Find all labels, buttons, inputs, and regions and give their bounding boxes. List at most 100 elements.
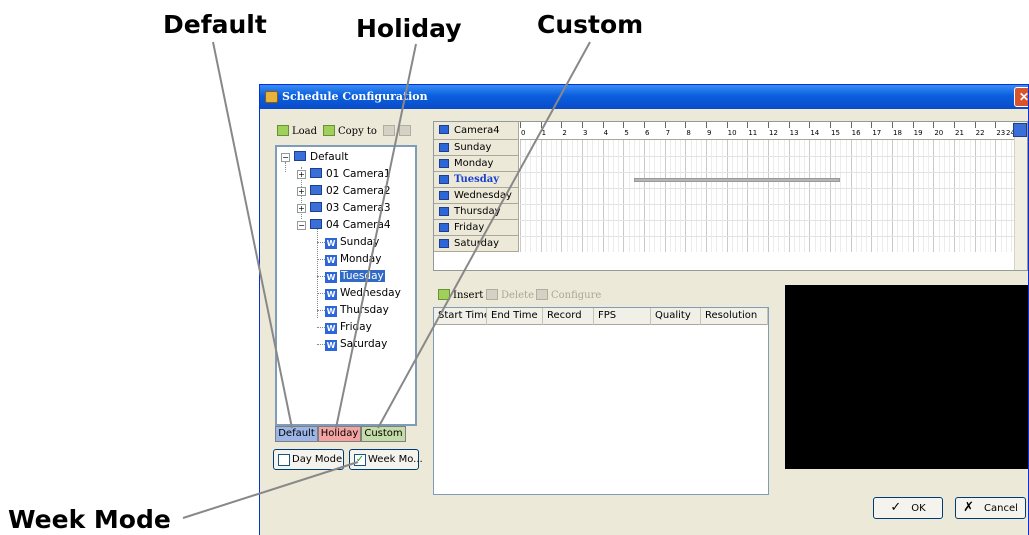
day-mode-checkbox[interactable] — [278, 454, 290, 466]
cancel-x-icon: ✗ — [963, 500, 974, 515]
expand-toggle-camera3[interactable]: + — [297, 204, 306, 213]
week-day-icon: W — [325, 238, 337, 249]
row-header-wednesday[interactable]: Wednesday — [434, 188, 519, 204]
tab-default[interactable]: Default — [275, 426, 318, 442]
hour-label: 18 — [893, 129, 902, 137]
tree-item-camera3[interactable]: 03 Camera3 — [310, 201, 391, 215]
tree-day-label: Monday — [340, 253, 382, 265]
load-button[interactable]: Load — [277, 125, 317, 139]
tree-item-camera1[interactable]: 01 Camera1 — [310, 167, 391, 181]
hour-tick — [954, 122, 955, 128]
window-title: Schedule Configuration — [282, 90, 428, 103]
tree-root-default[interactable]: Default — [294, 150, 348, 164]
delete-label: Delete — [501, 290, 534, 301]
tree-day-thursday[interactable]: W Thursday — [325, 303, 389, 317]
row-header-saturday[interactable]: Saturday — [434, 236, 519, 252]
hour-label: 19 — [913, 129, 923, 137]
hour-tick — [644, 122, 645, 128]
calendar-icon[interactable] — [1013, 123, 1027, 137]
expand-toggle-camera2[interactable]: + — [297, 187, 306, 196]
row-header-thursday[interactable]: Thursday — [434, 204, 519, 220]
day-icon — [439, 159, 449, 168]
row-header-tuesday[interactable]: Tuesday — [434, 172, 519, 188]
ok-button[interactable]: ✓ OK — [873, 497, 943, 519]
column-start-time[interactable]: Start Time — [434, 308, 487, 325]
scheduled-time-bar[interactable] — [633, 178, 841, 182]
hour-label: 5 — [624, 129, 629, 137]
tree-day-tuesday[interactable]: W Tuesday — [325, 269, 385, 283]
row-header-sunday[interactable]: Sunday — [434, 140, 519, 156]
tree-camera-label: 03 Camera3 — [326, 202, 391, 214]
move-down-button[interactable] — [399, 125, 414, 139]
hour-tick — [706, 122, 707, 128]
collapse-toggle[interactable]: − — [281, 153, 290, 162]
delete-button[interactable]: Delete — [486, 289, 534, 303]
tree-day-wednesday[interactable]: W Wednesday — [325, 286, 401, 300]
week-day-icon: W — [325, 306, 337, 317]
insert-label: Insert — [453, 290, 484, 301]
row-header-label: Tuesday — [454, 174, 500, 185]
hour-label: 11 — [748, 129, 758, 137]
vertical-scrollbar[interactable] — [1014, 122, 1027, 270]
hour-tick — [561, 122, 563, 128]
column-record[interactable]: Record — [543, 308, 594, 325]
column-resolution[interactable]: Resolution — [701, 308, 768, 325]
tree-day-friday[interactable]: W Friday — [325, 320, 372, 334]
schedule-tree[interactable]: − Default + 01 Camera1 + 02 Camera2 + 03… — [275, 145, 417, 426]
tree-day-monday[interactable]: W Monday — [325, 252, 381, 266]
row-header-monday[interactable]: Monday — [434, 156, 519, 172]
column-fps[interactable]: FPS — [594, 308, 651, 325]
row-header-label: Thursday — [454, 206, 501, 217]
day-mode-button[interactable]: Day Mode — [273, 449, 344, 470]
column-end-time[interactable]: End Time — [487, 308, 543, 325]
close-button[interactable]: ✕ — [1014, 87, 1028, 107]
hour-tick — [788, 122, 790, 128]
hour-label: 0 — [521, 129, 526, 137]
hour-label: 14 — [810, 129, 820, 137]
row-header-friday[interactable]: Friday — [434, 220, 519, 236]
tree-item-camera4[interactable]: 04 Camera4 — [310, 218, 391, 232]
hour-label: 2 — [562, 129, 567, 137]
move-up-button[interactable] — [383, 125, 398, 139]
load-label: Load — [292, 126, 318, 137]
hour-tick — [995, 122, 997, 128]
configure-icon — [536, 289, 548, 300]
hour-tick — [974, 122, 976, 128]
hour-label: 6 — [645, 129, 650, 137]
copy-to-button[interactable]: Copy to — [323, 125, 377, 139]
grid-row-line — [520, 220, 1016, 221]
column-quality[interactable]: Quality — [651, 308, 701, 325]
expand-toggle-camera1[interactable]: + — [297, 170, 306, 179]
tree-item-camera2[interactable]: 02 Camera2 — [310, 184, 391, 198]
week-mode-button[interactable]: ✓ Week Mo... — [349, 449, 423, 470]
title-bar[interactable]: Schedule Configuration ✕ — [260, 85, 1028, 109]
insert-button[interactable]: Insert — [438, 289, 483, 303]
screenshot-stage: Default Holiday Custom Week Mode Schedul… — [0, 0, 1029, 535]
hour-tick — [933, 122, 935, 128]
collapse-toggle-camera4[interactable]: − — [297, 221, 306, 230]
configure-button[interactable]: Configure — [536, 289, 601, 303]
tree-day-saturday[interactable]: W Saturday — [325, 337, 387, 351]
row-header-label: Friday — [454, 222, 485, 233]
load-icon — [277, 125, 289, 136]
hour-tick — [892, 122, 893, 128]
week-mode-checkbox[interactable]: ✓ — [354, 454, 366, 466]
schedule-timeline-grid[interactable] — [520, 140, 1016, 252]
tree-day-label: Saturday — [340, 338, 388, 350]
tab-holiday[interactable]: Holiday — [318, 426, 361, 442]
hour-tick — [809, 122, 811, 128]
hour-label: 21 — [955, 129, 964, 137]
callout-week-mode: Week Mode — [8, 505, 171, 534]
hour-label: 1 — [541, 129, 547, 137]
hour-tick — [623, 122, 625, 128]
camera-icon — [310, 168, 322, 178]
camera-header-label: Camera4 — [454, 125, 500, 136]
cancel-button[interactable]: ✗ Cancel — [955, 497, 1026, 519]
hour-label: 16 — [851, 129, 861, 137]
day-icon — [439, 223, 449, 232]
hour-tick — [726, 122, 728, 128]
tab-custom[interactable]: Custom — [361, 426, 406, 442]
week-mode-label: Week Mo... — [368, 454, 423, 465]
tree-day-sunday[interactable]: W Sunday — [325, 235, 379, 249]
schedule-entry-list[interactable]: Start Time End Time Record FPS Quality R… — [433, 307, 769, 495]
